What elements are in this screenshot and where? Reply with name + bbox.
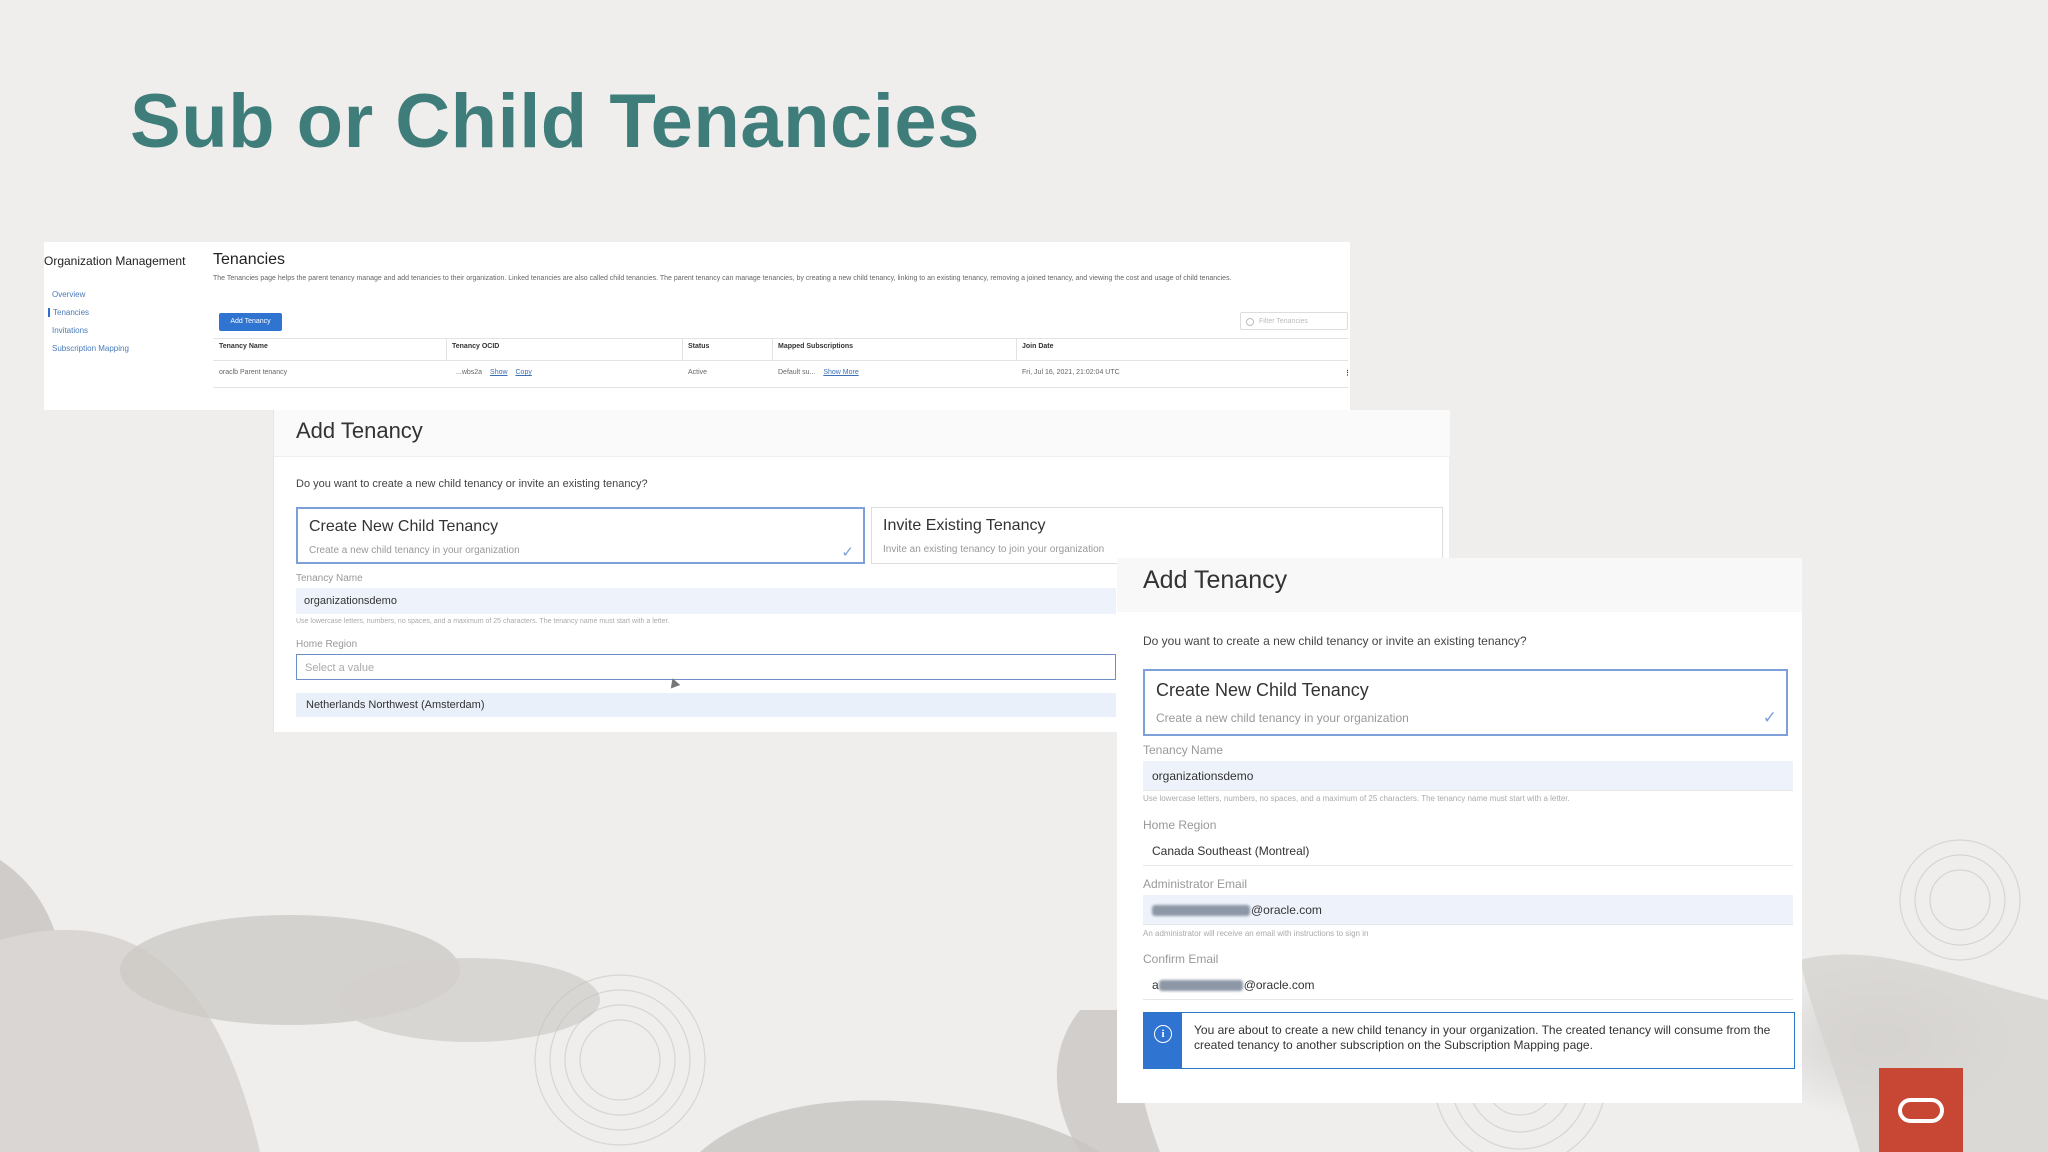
home-region-label: Home Region	[1143, 818, 1217, 832]
dialog-title: Add Tenancy	[1143, 566, 1288, 594]
add-tenancy-dialog-screenshot-2: Add Tenancy Do you want to create a new …	[1117, 558, 1802, 1103]
ocid-copy-link[interactable]: Copy	[516, 369, 532, 376]
admin-email-hint: An administrator will receive an email w…	[1143, 929, 1369, 938]
show-more-link[interactable]: Show More	[823, 369, 858, 376]
tenancies-description: The Tenancies page helps the parent tena…	[213, 275, 1232, 282]
column-divider	[446, 338, 447, 360]
redacted-email-prefix	[1158, 980, 1243, 992]
admin-email-input[interactable]: @oracle.com	[1143, 895, 1793, 925]
column-header-mapped-subscriptions[interactable]: Mapped Subscriptions	[778, 343, 853, 350]
tenancy-name-hint: Use lowercase letters, numbers, no space…	[1143, 794, 1570, 803]
tenancy-name-input[interactable]: organizationsdemo	[1143, 761, 1793, 791]
home-region-select[interactable]: Select a value	[296, 654, 1116, 680]
table-divider	[213, 360, 1348, 361]
home-region-label: Home Region	[296, 639, 358, 650]
ocid-value: ...wbs2a	[456, 369, 483, 376]
column-header-join-date[interactable]: Join Date	[1022, 343, 1054, 350]
home-region-select[interactable]: Canada Southeast (Montreal)	[1143, 836, 1793, 866]
option-subtitle: Create a new child tenancy in your organ…	[1156, 711, 1409, 725]
option-title: Invite Existing Tenancy	[883, 517, 1046, 534]
organization-management-title: Organization Management	[44, 254, 186, 268]
nav-invitations[interactable]: Invitations	[48, 326, 129, 335]
admin-email-label: Administrator Email	[1143, 877, 1248, 891]
column-header-tenancy-ocid[interactable]: Tenancy OCID	[452, 343, 499, 350]
tenancies-page-screenshot: Organization Management Overview Tenanci…	[44, 242, 1351, 410]
column-header-status[interactable]: Status	[688, 343, 709, 350]
dialog-title: Add Tenancy	[296, 418, 423, 443]
column-divider	[682, 338, 683, 360]
tenancy-name-label: Tenancy Name	[1143, 743, 1224, 757]
oracle-logo-ring	[1898, 1098, 1944, 1123]
info-banner: i You are about to create a new child te…	[1143, 1012, 1795, 1069]
dialog-question: Do you want to create a new child tenanc…	[296, 478, 648, 490]
tenancy-name-input[interactable]: organizationsdemo	[296, 588, 1116, 614]
tenancies-heading: Tenancies	[213, 251, 286, 268]
column-divider	[1016, 338, 1017, 360]
info-banner-text: You are about to create a new child tena…	[1194, 1023, 1771, 1052]
option-subtitle: Create a new child tenancy in your organ…	[309, 545, 520, 556]
filter-tenancies-input[interactable]: Filter Tenancies	[1240, 312, 1348, 330]
option-subtitle: Invite an existing tenancy to join your …	[883, 544, 1105, 555]
confirm-email-prefix: a	[1152, 978, 1159, 992]
search-icon	[1246, 318, 1254, 326]
info-icon: i	[1154, 1025, 1172, 1043]
confirm-email-label: Confirm Email	[1143, 952, 1219, 966]
column-divider	[772, 338, 773, 360]
nav-subscription-mapping[interactable]: Subscription Mapping	[48, 344, 129, 353]
row-join-date: Fri, Jul 16, 2021, 21:02:04 UTC	[1022, 369, 1120, 376]
redacted-email-prefix	[1152, 905, 1250, 917]
side-nav: Overview Tenancies Invitations Subscript…	[48, 290, 129, 362]
check-icon: ✓	[841, 544, 854, 561]
option-create-new-child-tenancy[interactable]: Create New Child Tenancy Create a new ch…	[296, 507, 865, 564]
confirm-email-input[interactable]: a @oracle.com	[1143, 970, 1793, 1000]
table-divider	[213, 387, 1348, 388]
dialog-header-band	[274, 410, 1450, 457]
add-tenancy-button[interactable]: Add Tenancy	[219, 313, 282, 331]
admin-email-domain: @oracle.com	[1251, 903, 1322, 917]
subscriptions-value: Default su...	[778, 369, 816, 376]
ocid-show-link[interactable]: Show	[490, 369, 508, 376]
oracle-logo-icon	[1879, 1068, 1963, 1152]
row-actions-kebab-icon[interactable]: ⋮	[1344, 369, 1351, 377]
dialog-question: Do you want to create a new child tenanc…	[1143, 634, 1527, 648]
table-divider	[213, 338, 1348, 339]
tenancy-name-hint: Use lowercase letters, numbers, no space…	[296, 618, 670, 625]
nav-tenancies[interactable]: Tenancies	[48, 308, 129, 317]
dropdown-option-netherlands[interactable]: Netherlands Northwest (Amsterdam)	[296, 693, 1116, 717]
row-status: Active	[688, 369, 708, 376]
row-tenancy-name[interactable]: oraclb Parent tenancy	[219, 369, 287, 376]
row-subscriptions: Default su... Show More	[778, 369, 859, 376]
column-header-tenancy-name[interactable]: Tenancy Name	[219, 343, 268, 350]
tenancy-name-label: Tenancy Name	[296, 573, 363, 584]
option-title: Create New Child Tenancy	[309, 518, 499, 535]
check-icon: ✓	[1762, 708, 1777, 727]
option-title: Create New Child Tenancy	[1156, 680, 1369, 700]
confirm-email-domain: @oracle.com	[1243, 978, 1315, 992]
filter-placeholder: Filter Tenancies	[1259, 318, 1308, 325]
option-invite-existing-tenancy[interactable]: Invite Existing Tenancy Invite an existi…	[871, 507, 1443, 564]
nav-overview[interactable]: Overview	[48, 290, 129, 299]
slide-title: Sub or Child Tenancies	[130, 79, 980, 164]
row-tenancy-ocid: ...wbs2a Show Copy	[456, 369, 532, 376]
option-create-new-child-tenancy[interactable]: Create New Child Tenancy Create a new ch…	[1143, 669, 1788, 736]
